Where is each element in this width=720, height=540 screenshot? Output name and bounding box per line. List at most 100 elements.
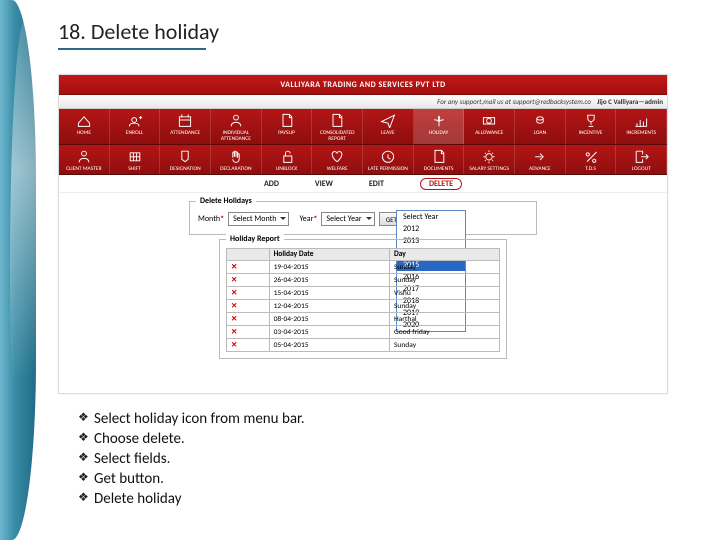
hand-icon [227,148,245,166]
cell-day: Sunday [389,261,499,274]
month-select[interactable]: Select Month [228,212,289,226]
clock-icon [379,148,397,166]
nav-logout[interactable]: LOGOUT [616,145,667,174]
percent-icon [582,148,600,166]
table-row: ✕15-04-2015Vishu [227,287,500,300]
nav-label: INDIVIDUAL ATTENDANCE [211,130,261,142]
delete-row-button[interactable]: ✕ [227,261,270,274]
cell-day: Harthal [389,313,499,326]
nav-label: LATE PERMISSION [368,166,408,172]
nav-increments[interactable]: INCREMENTS [616,109,667,144]
year-label: Year* [299,214,317,224]
delete-row-button[interactable]: ✕ [227,339,270,352]
company-header: VALLIYARA TRADING AND SERVICES PVT LTD [59,75,667,95]
cell-day: Good friday [389,326,499,339]
close-icon: ✕ [231,341,239,350]
nav-label: PAYSLIP [278,130,295,136]
user-label: Jijo C Valliyara—admin [597,97,663,106]
trophy-icon [582,112,600,130]
cell-date: 03-04-2015 [269,326,389,339]
table-row: ✕ 05-04-2015Sunday [227,339,500,352]
list-item: Get button. [78,470,305,488]
grid-icon [126,148,144,166]
nav-label: HOME [77,130,91,136]
close-icon: ✕ [231,276,239,285]
nav-label: SHIFT [128,166,141,172]
doc-icon [328,112,346,130]
action-add[interactable]: ADD [264,179,279,189]
month-label: Month* [198,214,224,224]
nav-loan[interactable]: LOAN [515,109,566,144]
nav-late-permission[interactable]: LATE PERMISSION [363,145,414,174]
nav-attendance[interactable]: ATTENDANCE [160,109,211,144]
heart-icon [328,148,346,166]
person-icon [75,148,93,166]
action-view[interactable]: VIEW [315,179,333,189]
person-icon [227,112,245,130]
nav-declaration[interactable]: DECLARATION [211,145,262,174]
table-header: Day [389,249,499,261]
nav-incentive[interactable]: INCENTIVE [566,109,617,144]
nav-label: ENROLL [126,130,143,136]
nav-shift[interactable]: SHIFT [110,145,161,174]
table-row: ✕12-04-2015Sunday [227,300,500,313]
year-option[interactable]: Select Year [397,211,465,223]
nav-individual-attendance[interactable]: INDIVIDUAL ATTENDANCE [211,109,262,144]
cell-day: Vishu [389,287,499,300]
sub-header: For any support,mail us at support@redba… [59,95,667,109]
chart-icon [632,112,650,130]
nav-advance[interactable]: ADVANCE [515,145,566,174]
support-text: For any support,mail us at support@redba… [437,97,591,106]
list-item: Select holiday icon from menu bar. [78,410,305,428]
nav-allowance[interactable]: ALLOWANCE [464,109,515,144]
table-row: ✕ 08-04-2015Harthal [227,313,500,326]
nav-leave[interactable]: LEAVE [363,109,414,144]
nav-t-d-s[interactable]: T.D.S [566,145,617,174]
cell-day: Sunday [389,274,499,287]
delete-row-button[interactable]: ✕ [227,274,270,287]
delete-panel-legend: Delete Holidays [196,196,256,206]
unlock-icon [278,148,296,166]
user-plus-icon [126,112,144,130]
holiday-table: Holiday DateDay ✕19-04-2015Sunday✕26-04-… [226,248,500,352]
action-edit[interactable]: EDIT [369,179,384,189]
nav-holiday[interactable]: HOLIDAY [414,109,465,144]
nav-enroll[interactable]: ENROLL [110,109,161,144]
cell-date: 19-04-2015 [269,261,389,274]
nav-row-1: HOME ENROLL ATTENDANCEINDIVIDUAL ATTENDANC… [59,109,667,145]
delete-row-button[interactable]: ✕ [227,287,270,300]
table-row: ✕26-04-2015Sunday [227,274,500,287]
cell-date: 05-04-2015 [269,339,389,352]
nav-row-2: CLIENT MASTER SHIFT DESIGNATIONDECLARATION… [59,145,667,175]
nav-label: INCENTIVE [579,130,603,136]
nav-label: INCREMENTS [626,130,656,136]
close-icon: ✕ [231,328,239,337]
nav-unblock[interactable]: UNBLOCK [262,145,313,174]
nav-welfare[interactable]: WELFARE [312,145,363,174]
cell-day: Sunday [389,300,499,313]
coins-icon [531,112,549,130]
nav-salary-settings[interactable]: SALARY SETTINGS [464,145,515,174]
app-screenshot: VALLIYARA TRADING AND SERVICES PVT LTD F… [58,74,668,394]
money-icon [480,112,498,130]
close-icon: ✕ [231,315,239,324]
nav-documents[interactable]: DOCUMENTS [414,145,465,174]
nav-designation[interactable]: DESIGNATION [160,145,211,174]
delete-row-button[interactable]: ✕ [227,326,270,339]
plane-icon [379,112,397,130]
delete-row-button[interactable]: ✕ [227,300,270,313]
gear-icon [480,148,498,166]
year-option[interactable]: 2012 [397,223,465,235]
delete-row-button[interactable]: ✕ [227,313,270,326]
year-select[interactable]: Select Year [321,212,374,226]
nav-label: UNBLOCK [276,166,298,172]
cell-date: 08-04-2015 [269,313,389,326]
nav-label: LEAVE [381,130,395,136]
action-delete[interactable]: DELETE [420,178,462,190]
nav-consolidated-report[interactable]: CONSOLIDATED REPORT [312,109,363,144]
nav-client-master[interactable]: CLIENT MASTER [59,145,110,174]
nav-payslip[interactable]: PAYSLIP [262,109,313,144]
nav-home[interactable]: HOME [59,109,110,144]
close-icon: ✕ [231,289,239,298]
cell-day: Sunday [389,339,499,352]
